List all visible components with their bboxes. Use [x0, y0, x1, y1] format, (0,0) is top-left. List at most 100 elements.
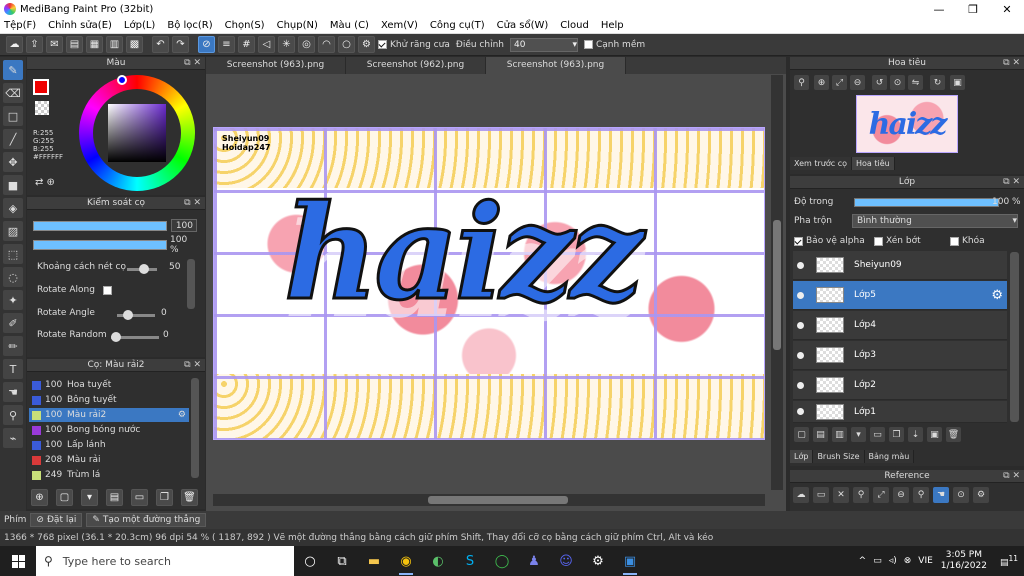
delete-brush-icon[interactable]: 🗑 — [181, 489, 198, 506]
foreground-color-swatch[interactable] — [33, 79, 49, 95]
rotate-angle-slider[interactable] — [117, 310, 155, 320]
brush-size-slider[interactable] — [33, 221, 167, 231]
spacing-slider[interactable] — [127, 264, 157, 274]
duplicate-layer-icon[interactable]: ❐ — [889, 427, 904, 442]
brush-menu-icon[interactable]: ▾ — [81, 489, 98, 506]
maximize-button[interactable]: ❐ — [956, 0, 990, 18]
brush-copy-icon[interactable]: ▤ — [106, 489, 123, 506]
grid-icon[interactable]: ▥ — [106, 36, 123, 53]
bucket-tool-icon[interactable]: ◈ — [3, 198, 23, 218]
strength-select[interactable]: 40 ▾ — [509, 37, 578, 52]
antialias-checkbox[interactable] — [378, 40, 387, 49]
layer-row[interactable]: Lớp1 — [793, 401, 1007, 423]
rotate-along-checkbox[interactable] — [102, 285, 112, 295]
menu-snap[interactable]: Chụp(N) — [277, 20, 318, 31]
layer-row[interactable]: Sheiyun09 — [793, 251, 1007, 280]
snap-cross-icon[interactable]: # — [238, 36, 255, 53]
brush-size-value[interactable]: 100 — [171, 219, 197, 232]
color-wheel[interactable] — [79, 75, 195, 191]
horizontal-scrollbar[interactable] — [213, 494, 765, 506]
flip-icon[interactable]: ⇋ — [908, 75, 923, 90]
panel-close-icon[interactable]: ⧉ ✕ — [184, 57, 201, 70]
panel-close-icon[interactable]: ⧉ ✕ — [1003, 176, 1020, 189]
menu-window[interactable]: Cửa sổ(W) — [497, 20, 549, 31]
gradient-tool-icon[interactable]: ▨ — [3, 221, 23, 241]
tab-palette[interactable]: Bảng màu — [864, 450, 915, 463]
eyedropper-tool-icon[interactable]: ⚲ — [3, 405, 23, 425]
navigator-thumbnail[interactable]: haizz — [856, 95, 958, 153]
select-pen-tool-icon[interactable]: ✐ — [3, 313, 23, 333]
chrome-icon[interactable]: ◉ — [390, 546, 422, 576]
tab-document-active[interactable]: Screenshot (963).png — [486, 57, 626, 74]
menu-tools[interactable]: Công cụ(T) — [430, 20, 485, 31]
cloud-icon[interactable]: ☁ — [793, 487, 809, 503]
folder-icon[interactable]: ▭ — [870, 427, 885, 442]
brush-list-scrollbar[interactable] — [191, 378, 199, 478]
discord-icon[interactable]: ☺ — [550, 546, 582, 576]
fit-icon[interactable]: ⤢ — [832, 75, 847, 90]
eraser-tool-icon[interactable]: ⌫ — [3, 83, 23, 103]
new-8bit-layer-icon[interactable]: ▥ — [832, 427, 847, 442]
menu-color[interactable]: Màu (C) — [330, 20, 369, 31]
brush-item[interactable]: 100 Lấp lánh — [29, 438, 189, 452]
tab-navigator[interactable]: Hoa tiêu — [852, 157, 895, 170]
reset-button[interactable]: ⊘ Đặt lại — [30, 513, 83, 527]
language-indicator[interactable]: VIE — [918, 556, 933, 566]
layer-row[interactable]: Lớp4 — [793, 311, 1007, 340]
soft-edge-option[interactable]: Cạnh mềm — [583, 40, 645, 50]
brush-folder-icon[interactable]: ▭ — [131, 489, 148, 506]
snap-radial-icon[interactable]: ✳ — [278, 36, 295, 53]
reset-view-icon[interactable]: ⊙ — [890, 75, 905, 90]
snap-ellipse-icon[interactable]: ○ — [338, 36, 355, 53]
saturation-square[interactable] — [108, 104, 166, 162]
notification-icon[interactable]: ▤11 — [1000, 554, 1018, 568]
select-eraser-tool-icon[interactable]: ✏ — [3, 336, 23, 356]
lock-view-icon[interactable]: ▣ — [950, 75, 965, 90]
line-tool-icon[interactable]: ╱ — [3, 129, 23, 149]
new-brush-icon[interactable]: ▢ — [56, 489, 73, 506]
page-icon[interactable]: ▦ — [86, 36, 103, 53]
lasso-tool-icon[interactable]: ◌ — [3, 267, 23, 287]
clipping-option[interactable]: Xén bớt — [874, 236, 921, 246]
layer-row-selected[interactable]: Lớp5 ⚙ — [793, 281, 1007, 310]
zoom-icon[interactable]: ⚲ — [853, 487, 869, 503]
volume-icon[interactable]: ◃) — [889, 556, 897, 566]
brush-item[interactable]: 100 Bong bóng nước — [29, 423, 189, 437]
soft-edge-checkbox[interactable] — [583, 40, 593, 49]
snap-circle-icon[interactable]: ◎ — [298, 36, 315, 53]
skype-icon[interactable]: S — [454, 546, 486, 576]
cortana-icon[interactable]: ○ — [294, 546, 326, 576]
antialias-option[interactable]: Khử răng cưa — [378, 40, 450, 50]
network-icon[interactable]: ▭ — [873, 556, 882, 566]
comment-icon[interactable]: ✉ — [46, 36, 63, 53]
lock-option[interactable]: Khóa — [950, 236, 985, 246]
zoom-icon[interactable]: ⚲ — [794, 75, 809, 90]
panel-close-icon[interactable]: ⧉ ✕ — [1003, 57, 1020, 70]
menu-help[interactable]: Help — [601, 20, 624, 31]
hand-tool-icon[interactable]: ☚ — [3, 382, 23, 402]
open-folder-icon[interactable]: ▭ — [813, 487, 829, 503]
hand-icon[interactable]: ☚ — [933, 487, 949, 503]
snap-settings-icon[interactable]: ⚙ — [358, 36, 375, 53]
vertical-scrollbar[interactable] — [771, 75, 783, 490]
protect-alpha-option[interactable]: Bảo vệ alpha — [794, 236, 865, 246]
blur-tool-icon[interactable]: ⌁ — [3, 428, 23, 448]
brush-item[interactable]: 208 Màu rải — [29, 453, 189, 467]
layer-row[interactable]: Lớp2 — [793, 371, 1007, 400]
windows-start-button[interactable] — [0, 546, 36, 576]
gear-icon[interactable]: ⚙ — [991, 288, 1003, 303]
drawing-canvas[interactable]: Sheiyun09 Hoidap247 haizz — [213, 127, 765, 440]
redo-icon[interactable]: ↷ — [172, 36, 189, 53]
tray-close-icon[interactable]: ⊗ — [904, 556, 912, 566]
magic-wand-tool-icon[interactable]: ✦ — [3, 290, 23, 310]
menu-layer[interactable]: Lớp(L) — [124, 20, 155, 31]
brush-tool-icon[interactable]: ✎ — [3, 60, 23, 80]
close-button[interactable]: ✕ — [990, 0, 1024, 18]
reset-icon[interactable]: ⊙ — [953, 487, 969, 503]
medibang-taskbar-icon[interactable]: ▣ — [614, 546, 646, 576]
undo-icon[interactable]: ↶ — [152, 36, 169, 53]
layer-opacity-slider[interactable] — [854, 198, 999, 207]
file-explorer-icon[interactable]: ▬ — [358, 546, 390, 576]
snap-off-icon[interactable]: ⊘ — [198, 36, 215, 53]
add-brush-icon[interactable]: ⊕ — [31, 489, 48, 506]
